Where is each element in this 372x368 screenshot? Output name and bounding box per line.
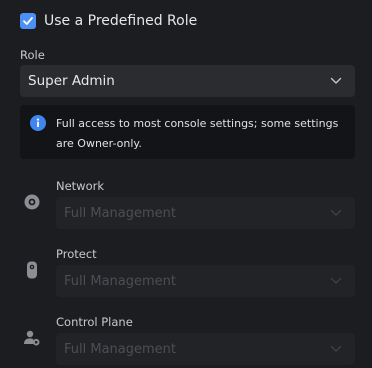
predefined-role-checkbox[interactable] [20, 13, 36, 29]
info-icon [30, 115, 46, 131]
role-label: Role [20, 48, 45, 62]
protect-permission-select[interactable]: Full Management [56, 265, 355, 297]
control-plane-permission-value: Full Management [64, 341, 176, 357]
chevron-down-icon [329, 206, 343, 220]
predefined-role-row[interactable]: Use a Predefined Role [20, 11, 197, 31]
chevron-down-icon [329, 274, 343, 288]
chevron-down-icon [329, 342, 343, 356]
control-plane-user-gear-icon [22, 328, 42, 348]
role-settings-panel: Use a Predefined Role Role Super Admin F… [0, 0, 372, 368]
protect-label: Protect [56, 247, 97, 261]
chevron-down-icon [329, 74, 343, 88]
network-permission-select[interactable]: Full Management [56, 197, 355, 229]
control-plane-permission-select[interactable]: Full Management [56, 333, 355, 365]
role-select-value: Super Admin [28, 73, 115, 89]
role-info-text: Full access to most console settings; so… [56, 117, 339, 150]
protect-permission-value: Full Management [64, 273, 176, 289]
control-plane-label: Control Plane [56, 315, 133, 329]
role-info-box: Full access to most console settings; so… [20, 105, 355, 159]
protect-camera-icon [22, 260, 42, 280]
checkmark-icon [23, 17, 33, 25]
network-label: Network [56, 179, 105, 193]
role-select[interactable]: Super Admin [20, 65, 355, 97]
network-icon [22, 192, 42, 212]
predefined-role-label: Use a Predefined Role [44, 13, 198, 29]
network-permission-value: Full Management [64, 205, 176, 221]
